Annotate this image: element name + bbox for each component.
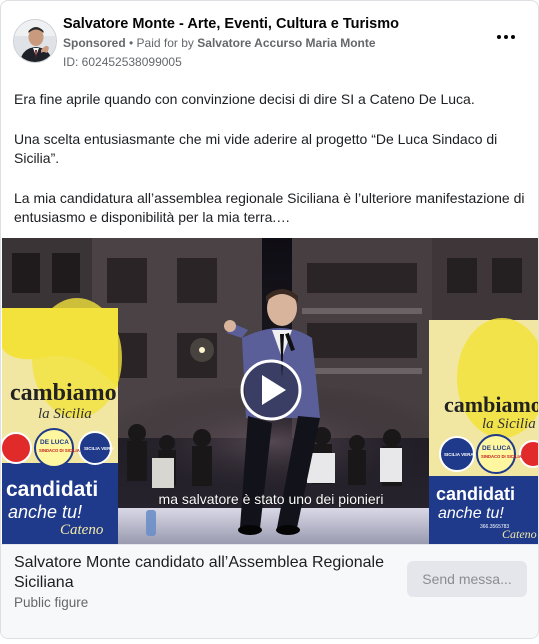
right-banner-anche: anche tu! <box>438 505 504 522</box>
right-banner-subline: la Sicilia <box>482 416 536 432</box>
send-message-button[interactable]: Send messa... <box>407 561 527 597</box>
right-banner-signature: Cateno <box>502 527 537 541</box>
body-paragraph-3: La mia candidatura all’assemblea regiona… <box>14 189 525 226</box>
right-banner-headline: cambiamo <box>444 392 539 417</box>
video-subtitle: ma salvatore è stato uno dei pionieri <box>159 491 384 507</box>
left-banner-subline: la Sicilia <box>38 406 92 422</box>
ad-card: Salvatore Monte - Arte, Eventi, Cultura … <box>0 0 539 639</box>
left-badge-sindaco: SINDACO DI SICILIA <box>39 448 80 453</box>
ad-body-text: Era fine aprile quando con convinzione d… <box>14 90 529 248</box>
body-paragraph-2: Una scelta entusiasmante che mi vide ade… <box>14 130 498 167</box>
footer-subtitle: Public figure <box>14 595 89 610</box>
ad-id: ID: 602452538099005 <box>63 55 182 69</box>
ad-footer[interactable]: Salvatore Monte candidato all’Assemblea … <box>1 544 538 638</box>
play-icon[interactable] <box>240 359 302 421</box>
ad-header: Salvatore Monte - Arte, Eventi, Cultura … <box>13 13 526 73</box>
right-banner-candidati: candidati <box>436 484 515 504</box>
page-name[interactable]: Salvatore Monte - Arte, Eventi, Cultura … <box>63 16 399 32</box>
avatar[interactable] <box>13 19 57 63</box>
more-options-icon[interactable] <box>494 31 518 43</box>
right-badge-sicilia-vera: SICILIA VERA <box>444 452 474 457</box>
left-banner-candidati: candidati <box>6 478 98 501</box>
payer-name[interactable]: Salvatore Accurso Maria Monte <box>197 36 375 50</box>
right-badge-sindaco: SINDACO DI SICILIA <box>481 454 522 459</box>
left-banner-signature: Cateno <box>60 522 104 538</box>
sponsored-label: Sponsored <box>63 36 126 50</box>
paid-for-prefix: • Paid for by <box>129 36 194 50</box>
body-paragraph-1: Era fine aprile quando con convinzione d… <box>14 91 475 107</box>
video-frame: cambiamo la Sicilia DE LUCA SINDACO DI S… <box>2 238 539 544</box>
video-player[interactable]: cambiamo la Sicilia DE LUCA SINDACO DI S… <box>2 238 539 544</box>
left-banner-headline: cambiamo <box>10 380 117 406</box>
left-banner-anche: anche tu! <box>8 502 82 522</box>
left-badge-sicilia-vera: SICILIA VERA <box>84 446 114 451</box>
sponsored-line: Sponsored • Paid for by Salvatore Accurs… <box>63 36 376 50</box>
right-badge-deluca: DE LUCA <box>482 445 511 452</box>
left-badge-deluca: DE LUCA <box>40 439 69 446</box>
footer-title[interactable]: Salvatore Monte candidato all’Assemblea … <box>14 553 394 593</box>
